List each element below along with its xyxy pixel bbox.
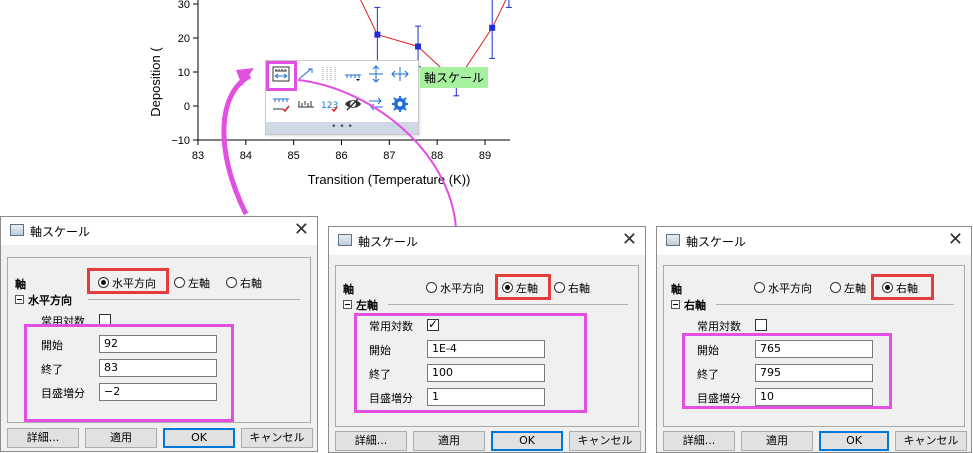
data-point <box>374 31 381 38</box>
collapse-icon[interactable] <box>15 295 24 304</box>
section-title: 右軸 <box>684 299 706 312</box>
step-icon[interactable] <box>296 64 316 84</box>
y-axis-title: Deposition ( <box>148 47 163 117</box>
details-button[interactable]: 詳細... <box>335 431 407 451</box>
axis-scale-dialog-left: 軸スケール ✕ 軸 水平方向 左軸 右軸 左軸 常用対数 開始 1E-4 終了 … <box>328 226 646 453</box>
ok-button[interactable]: OK <box>491 431 563 451</box>
collapse-icon[interactable] <box>343 300 352 309</box>
section-divider <box>388 304 628 305</box>
fields-highlight <box>354 313 587 413</box>
radio-horizontal-label[interactable]: 水平方向 <box>440 280 484 296</box>
radio-highlight <box>871 274 934 300</box>
dialog-title: 軸スケール <box>686 235 747 249</box>
radio-highlight <box>495 274 551 300</box>
title-bar: 軸スケール ✕ <box>657 227 971 255</box>
radio-left-label[interactable]: 左軸 <box>844 280 866 296</box>
close-icon[interactable]: ✕ <box>948 229 963 250</box>
y-tick-label: 30 <box>178 0 190 11</box>
details-button[interactable]: 詳細... <box>663 431 735 451</box>
tooltip: 軸スケール <box>420 67 489 88</box>
axis-label: 軸 <box>671 283 682 296</box>
radio-horizontal[interactable] <box>426 282 437 293</box>
toolbar-more[interactable]: • • • <box>266 122 418 134</box>
radio-left-label[interactable]: 左軸 <box>188 275 210 291</box>
x-tick-label: 86 <box>335 150 347 162</box>
cancel-button[interactable]: キャンセル <box>895 431 967 451</box>
data-point <box>415 43 422 50</box>
dialog-icon <box>338 234 352 246</box>
radio-left[interactable] <box>830 282 841 293</box>
log-checkbox[interactable] <box>755 319 767 331</box>
chart: 83 84 85 86 87 88 89 30 20 10 0 −10 Deposition ( Tr… <box>148 0 512 187</box>
x-tick-label: 83 <box>192 150 204 162</box>
fields-highlight <box>682 333 892 409</box>
axis-scale-dialog-right: 軸スケール ✕ 軸 水平方向 左軸 右軸 右軸 常用対数 開始 765 終了 7… <box>656 226 972 453</box>
tick-icon[interactable] <box>343 64 363 84</box>
tick-labels-icon[interactable] <box>271 94 291 114</box>
close-icon[interactable]: ✕ <box>622 229 637 250</box>
radio-right-label[interactable]: 右軸 <box>568 280 590 296</box>
section-divider <box>716 304 954 305</box>
x-tick-label: 85 <box>288 150 300 162</box>
axis-settings-icon[interactable] <box>390 94 410 114</box>
x-tick-label: 87 <box>383 150 395 162</box>
dialog-icon <box>10 224 24 236</box>
axis-scale-dialog-horizontal: 軸スケール ✕ 軸 水平方向 左軸 右軸 水平方向 常用対数 開始 92 終了 … <box>0 216 318 452</box>
title-bar: 軸スケール ✕ <box>1 217 317 245</box>
section-divider <box>88 299 300 300</box>
number-format-icon[interactable]: 123 <box>319 94 339 114</box>
grid-icon[interactable] <box>319 64 339 84</box>
collapse-icon[interactable] <box>671 300 680 309</box>
cancel-button[interactable]: キャンセル <box>241 428 313 448</box>
x-axis-title: Transition (Temperature (K)) <box>308 172 471 187</box>
apply-button[interactable]: 適用 <box>413 431 485 451</box>
radio-left[interactable] <box>174 277 185 288</box>
radio-right-label[interactable]: 右軸 <box>240 275 262 291</box>
y-tick-label: 0 <box>184 101 190 113</box>
apply-button[interactable]: 適用 <box>741 431 813 451</box>
fields-highlight <box>24 324 234 422</box>
radio-horizontal-label[interactable]: 水平方向 <box>768 280 812 296</box>
radio-right[interactable] <box>554 282 565 293</box>
expand-vert-icon[interactable] <box>366 64 386 84</box>
log-label: 常用対数 <box>697 320 741 333</box>
details-button[interactable]: 詳細... <box>7 428 79 448</box>
section-title: 左軸 <box>356 299 378 312</box>
visibility-icon[interactable] <box>343 94 363 114</box>
swap-axis-icon[interactable] <box>366 94 386 114</box>
radio-highlight <box>87 268 169 294</box>
x-tick-label: 89 <box>479 150 491 162</box>
y-tick-label: 10 <box>178 67 190 79</box>
axis-label: 軸 <box>15 278 26 291</box>
close-icon[interactable]: ✕ <box>294 219 309 240</box>
dialog-title: 軸スケール <box>358 235 419 249</box>
apply-button[interactable]: 適用 <box>85 428 157 448</box>
section-title: 水平方向 <box>28 294 72 307</box>
x-tick-label: 84 <box>240 150 252 162</box>
dialog-title: 軸スケール <box>30 225 91 239</box>
radio-horizontal[interactable] <box>754 282 765 293</box>
dialog-icon <box>666 234 680 246</box>
axis-label: 軸 <box>343 283 354 296</box>
y-tick-label: −10 <box>171 135 190 147</box>
radio-right[interactable] <box>226 277 237 288</box>
y-tick-label: 20 <box>178 33 190 45</box>
cancel-button[interactable]: キャンセル <box>569 431 641 451</box>
selected-axis-scale-highlight <box>266 61 297 91</box>
expand-horiz-icon[interactable] <box>390 64 410 84</box>
ok-button[interactable]: OK <box>819 431 889 451</box>
ok-button[interactable]: OK <box>163 428 235 448</box>
data-point <box>489 24 496 31</box>
x-tick-label: 88 <box>431 150 443 162</box>
title-bar: 軸スケール ✕ <box>329 227 645 255</box>
minor-tick-icon[interactable] <box>296 94 316 114</box>
